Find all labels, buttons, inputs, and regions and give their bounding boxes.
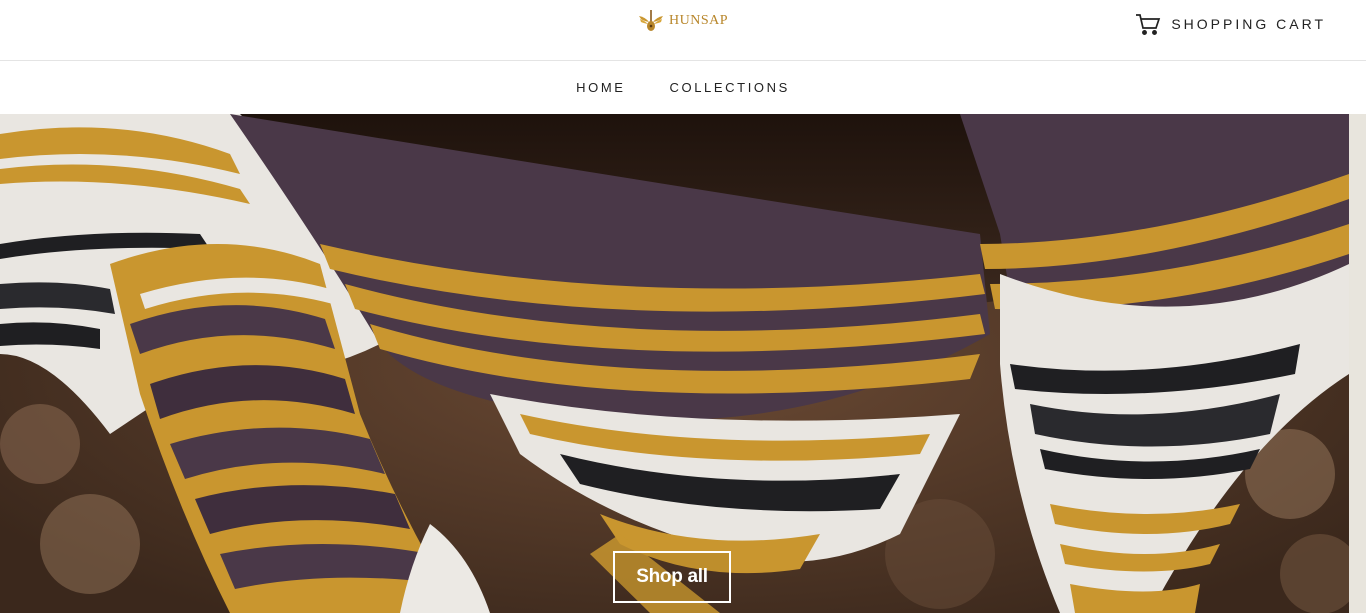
shop-all-button[interactable]: Shop all — [613, 551, 731, 603]
nav-item-collections[interactable]: COLLECTIONS — [670, 80, 790, 95]
winged-guitar-logo-icon — [637, 8, 665, 34]
logo-link[interactable]: HUNSAP — [637, 8, 728, 34]
cart-icon — [1135, 12, 1161, 36]
cart-label: SHOPPING CART — [1171, 16, 1326, 32]
hero-blanket-image — [0, 114, 1366, 613]
hero-edge-strip — [1349, 114, 1366, 613]
main-nav: HOME COLLECTIONS — [0, 61, 1366, 114]
nav-item-home[interactable]: HOME — [576, 80, 625, 95]
logo-text: HUNSAP — [669, 13, 729, 28]
shopping-cart-link[interactable]: SHOPPING CART — [1135, 12, 1326, 36]
site-header: HUNSAP SHOPPING CART — [0, 0, 1366, 61]
hero-banner: Shop all — [0, 114, 1366, 613]
